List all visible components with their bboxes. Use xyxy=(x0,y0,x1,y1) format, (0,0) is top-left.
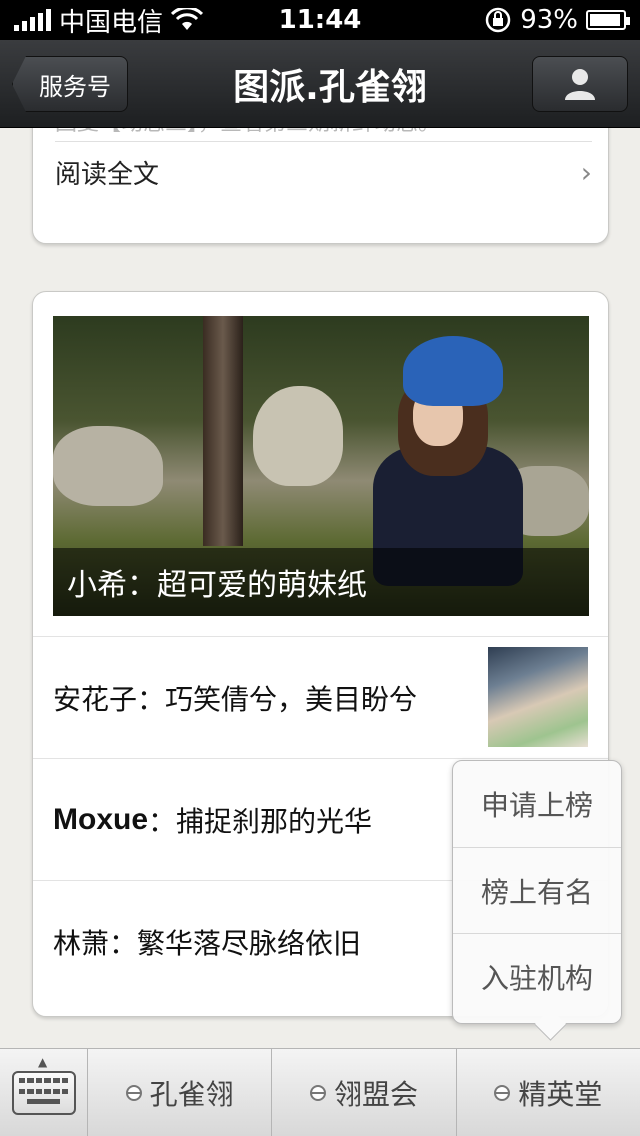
battery-fill xyxy=(590,14,620,26)
signal-icon xyxy=(14,9,51,31)
keyboard-icon xyxy=(11,1071,76,1115)
person-icon xyxy=(565,69,595,100)
article-title: 林萧：繁华落尽脉络依旧 xyxy=(53,926,362,960)
chevron-right-icon: › xyxy=(580,156,592,189)
read-more-label: 阅读全文 xyxy=(55,160,160,190)
carrier-label: 中国电信 xyxy=(59,7,164,38)
menu-tab-lingmenghui[interactable]: 翎盟会 xyxy=(272,1049,457,1136)
article-title: ：捕捉刹那的光华 xyxy=(148,804,373,838)
menu-indicator-icon xyxy=(494,1085,511,1101)
bottom-menu-bar: ▲ 孔雀翎 翎盟会 精英堂 xyxy=(0,1048,640,1136)
menu-indicator-icon xyxy=(309,1085,326,1101)
hero-image-tree xyxy=(203,316,243,546)
article-summary: 回复【动态三】，查看第三期新鲜动态。 xyxy=(55,128,585,137)
submenu-popup: 申请上榜 榜上有名 入驻机构 xyxy=(452,760,622,1024)
chevron-up-icon: ▲ xyxy=(38,1055,48,1069)
article-author: Moxue xyxy=(53,802,149,836)
profile-button[interactable] xyxy=(532,56,628,112)
status-left: 中国电信 xyxy=(14,2,204,39)
menu-tab-kongqueling[interactable]: 孔雀翎 xyxy=(88,1049,273,1136)
submenu-item-institutions[interactable]: 入驻机构 xyxy=(453,933,621,1019)
submenu-item-apply[interactable]: 申请上榜 xyxy=(453,761,621,847)
rotation-lock-icon xyxy=(485,7,511,33)
status-right: 93% xyxy=(484,5,630,35)
menu-tab-label: 孔雀翎 xyxy=(149,1078,234,1111)
article-title: 安花子：巧笑倩兮，美目盼兮 xyxy=(53,682,418,716)
keyboard-toggle-button[interactable]: ▲ xyxy=(0,1049,88,1136)
read-more-link[interactable]: 阅读全文 › xyxy=(55,141,592,203)
hero-article[interactable]: 小希：超可爱的萌妹纸 xyxy=(53,316,589,616)
article-thumbnail xyxy=(488,647,588,747)
article-item[interactable]: 安花子：巧笑倩兮，美目盼兮 xyxy=(33,636,608,758)
nav-bar: 服务号 图派.孔雀翎 xyxy=(0,40,640,128)
previous-article-card: 回复【动态三】，查看第三期新鲜动态。 阅读全文 › xyxy=(32,128,609,244)
hero-image-rock xyxy=(53,426,163,506)
menu-tab-label: 翎盟会 xyxy=(333,1078,418,1111)
hero-image-rock xyxy=(253,386,343,486)
battery-percent: 93% xyxy=(520,5,578,35)
wifi-icon xyxy=(171,8,204,30)
menu-tab-label: 精英堂 xyxy=(518,1078,603,1111)
menu-indicator-icon xyxy=(125,1085,142,1101)
status-bar: 中国电信 11:44 93% xyxy=(0,0,640,40)
hero-caption: 小希：超可爱的萌妹纸 xyxy=(53,548,589,616)
battery-icon xyxy=(586,10,630,30)
back-button[interactable]: 服务号 xyxy=(12,56,128,112)
hero-image-person xyxy=(353,336,523,586)
menu-tab-jingyingtang[interactable]: 精英堂 xyxy=(457,1049,640,1136)
page-title: 图派.孔雀翎 xyxy=(233,67,427,108)
submenu-item-ranked[interactable]: 榜上有名 xyxy=(453,847,621,933)
